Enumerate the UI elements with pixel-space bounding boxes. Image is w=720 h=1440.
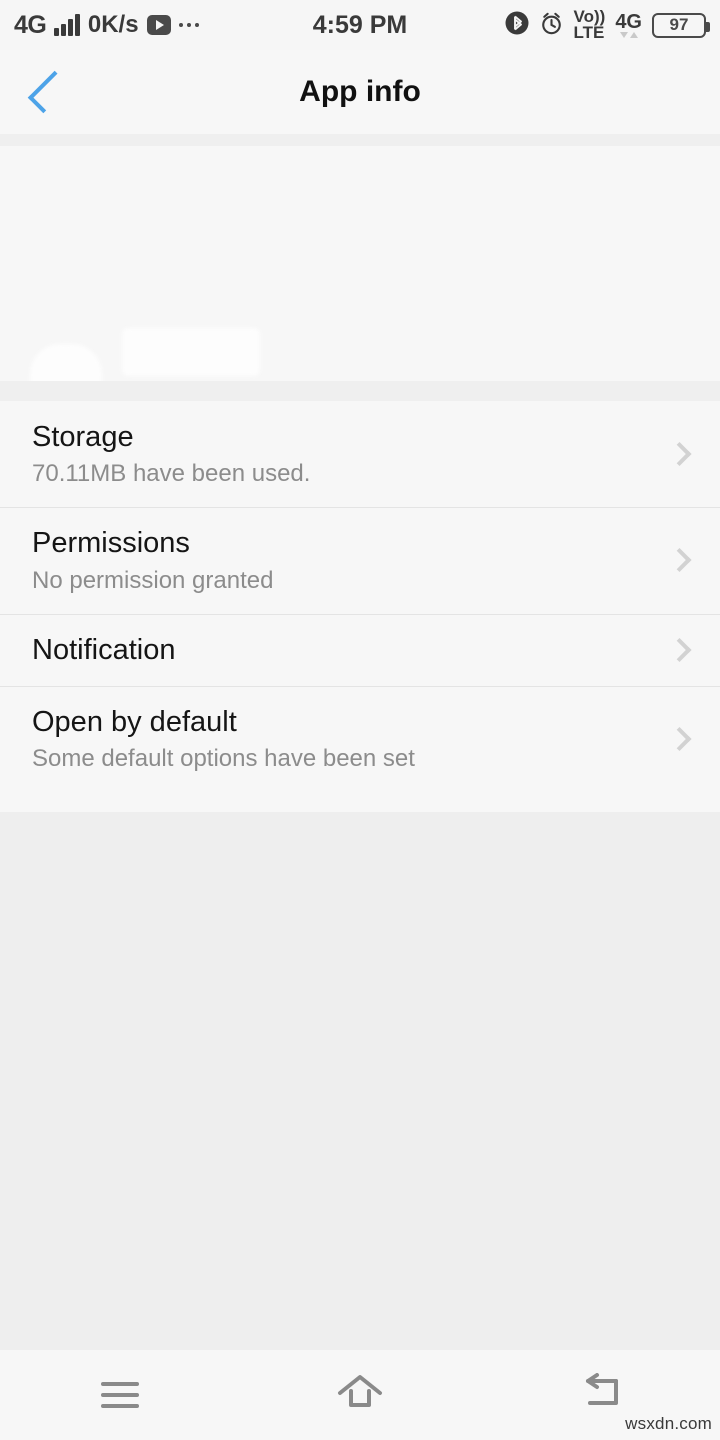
- back-chevron-icon: [27, 70, 71, 114]
- app-summary-card: version 7.103.0 build 9 35464 Force stop…: [0, 146, 720, 509]
- status-bar-left: 4G 0K/s: [14, 10, 200, 40]
- volte-indicator: Vo)) LTE: [573, 7, 606, 42]
- signal-bars-icon: [54, 14, 80, 36]
- list-item-open-by-default[interactable]: Open by default Some default options hav…: [0, 685, 720, 792]
- back-return-icon: [576, 1372, 624, 1418]
- chevron-right-icon: [667, 548, 692, 573]
- page-title: App info: [299, 75, 421, 108]
- list-item-subtitle: Some default options have been set: [32, 745, 415, 772]
- section-divider-top: [0, 134, 720, 146]
- list-item-subtitle: No permission granted: [32, 566, 274, 594]
- list-item-title: Notification: [32, 633, 176, 666]
- clock-label: 4:59 PM: [312, 10, 408, 39]
- status-bar: 4G 0K/s 4:59 PM Vo)) LTE 4G 97: [0, 0, 720, 50]
- nav-home-button[interactable]: [240, 1350, 480, 1440]
- chevron-right-icon: [667, 726, 692, 751]
- chevron-right-icon: [667, 442, 692, 467]
- status-bar-right: Vo)) LTE 4G 97: [505, 7, 710, 42]
- menu-hamburger-icon: [101, 1382, 139, 1408]
- nav-menu-button[interactable]: [0, 1350, 240, 1440]
- list-item-storage[interactable]: Storage 70.11MB have been used.: [0, 401, 720, 507]
- network-type-label: 4G: [14, 10, 47, 39]
- navigation-bar: [0, 1350, 720, 1440]
- app-name-redacted: [122, 328, 260, 376]
- play-badge-icon: [146, 15, 171, 35]
- empty-area: [0, 812, 720, 1350]
- list-item-title: Storage: [32, 421, 134, 453]
- battery-icon: 97: [652, 12, 710, 38]
- list-item-title: Open by default: [32, 705, 237, 738]
- page-header: App info: [0, 50, 720, 134]
- bluetooth-icon: [505, 10, 529, 41]
- chevron-right-icon: [667, 637, 692, 662]
- settings-list: Storage 70.11MB have been used. Permissi…: [0, 401, 720, 812]
- site-watermark: wsxdn.com: [625, 1414, 712, 1433]
- list-item-permissions[interactable]: Permissions No permission granted: [0, 507, 720, 613]
- back-button[interactable]: [0, 50, 90, 134]
- home-icon: [335, 1372, 385, 1419]
- more-dots-icon: [178, 22, 200, 28]
- battery-percent-label: 97: [669, 15, 689, 34]
- sim-network-indicator: 4G: [615, 12, 642, 38]
- data-speed-label: 0K/s: [87, 11, 139, 38]
- list-item-subtitle: 70.11MB have been used.: [32, 460, 311, 488]
- app-info-screen: 4G 0K/s 4:59 PM Vo)) LTE 4G 97 App info …: [0, 0, 720, 1440]
- alarm-clock-icon: [539, 10, 564, 41]
- list-item-title: Permissions: [32, 527, 190, 560]
- section-divider-middle: [0, 381, 720, 401]
- list-item-notification[interactable]: Notification: [0, 613, 720, 686]
- data-transfer-arrows-icon: [619, 31, 638, 38]
